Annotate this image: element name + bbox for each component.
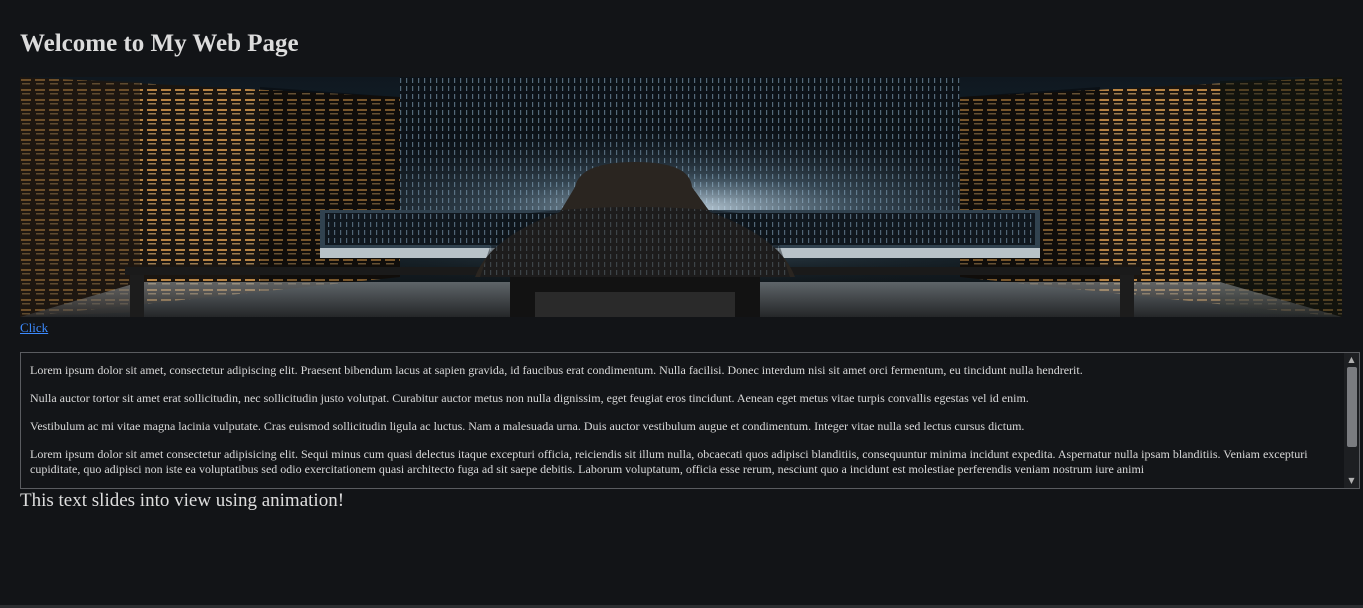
click-link[interactable]: Click (20, 320, 48, 336)
scrollable-text-box[interactable]: Lorem ipsum dolor sit amet, consectetur … (20, 352, 1360, 489)
vertical-scrollbar[interactable]: ▲ ▼ (1344, 353, 1359, 488)
paragraph: Lorem ipsum dolor sit amet, consectetur … (30, 363, 1083, 377)
scroll-content: Lorem ipsum dolor sit amet, consectetur … (30, 363, 1335, 488)
scroll-down-icon[interactable]: ▼ (1344, 474, 1359, 488)
scroll-up-icon[interactable]: ▲ (1344, 353, 1359, 367)
page: Welcome to My Web Page Click Lorem ipsum… (0, 0, 1363, 608)
animated-text: This text slides into view using animati… (20, 490, 345, 511)
paragraph: Vestibulum ac mi vitae magna lacinia vul… (30, 419, 1025, 433)
page-title: Welcome to My Web Page (20, 30, 299, 57)
scroll-thumb[interactable] (1347, 367, 1357, 447)
paragraph: Lorem ipsum dolor sit amet consectetur a… (30, 447, 1308, 476)
paragraph: Nulla auctor tortor sit amet erat sollic… (30, 391, 1029, 405)
hacker-server-room-image (20, 77, 1342, 317)
banner-image (20, 77, 1342, 317)
